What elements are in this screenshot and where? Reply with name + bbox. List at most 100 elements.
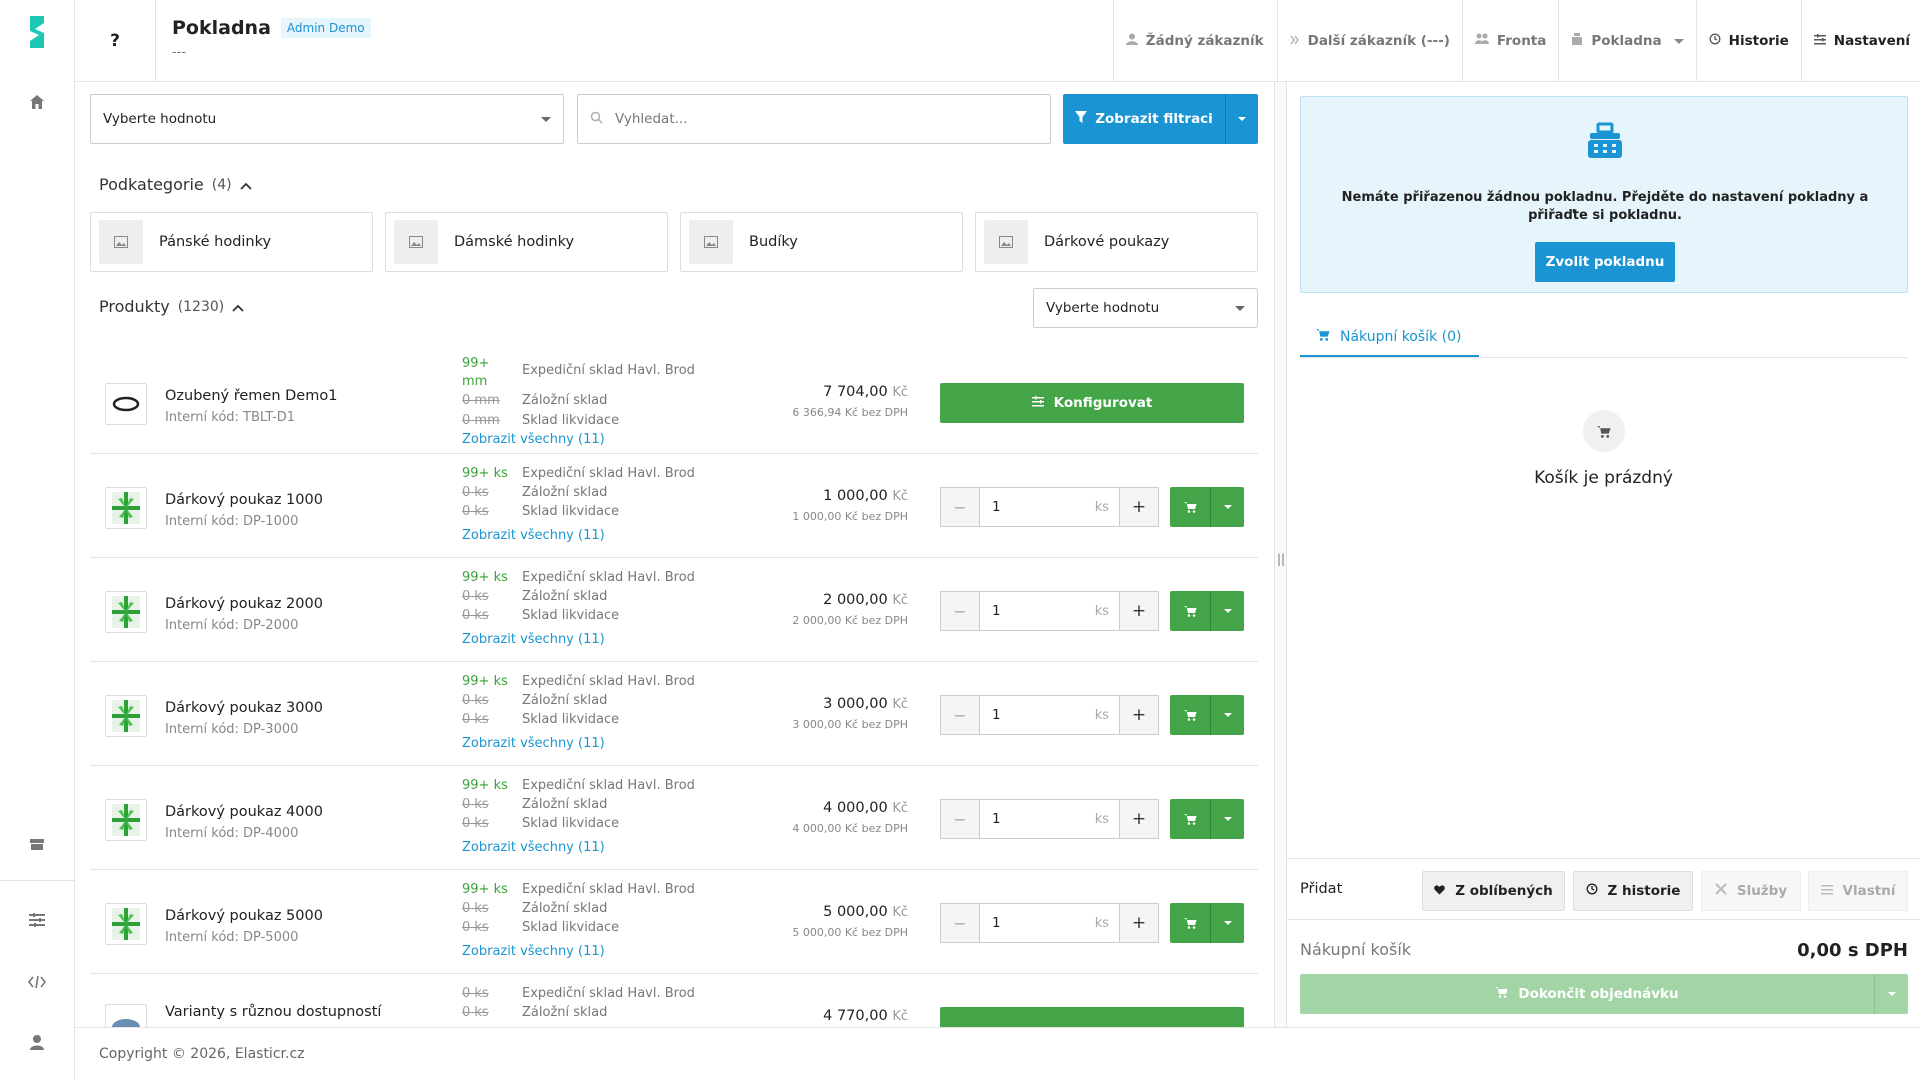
decrease-quantity-button[interactable]: − bbox=[940, 799, 980, 839]
show-all-warehouses-link[interactable]: Zobrazit všechny (11) bbox=[462, 632, 605, 647]
cart-total-value: 0,00 s DPH bbox=[1797, 940, 1908, 961]
quantity-input[interactable]: 1 ks bbox=[980, 799, 1119, 839]
code-icon[interactable] bbox=[0, 960, 74, 1004]
add-to-cart-button[interactable] bbox=[1170, 799, 1210, 839]
finish-order-button[interactable]: Dokončit objednávku bbox=[1300, 974, 1874, 1014]
increase-quantity-button[interactable]: + bbox=[1119, 487, 1159, 527]
product-name[interactable]: Dárkový poukaz 1000 bbox=[165, 492, 323, 508]
show-all-warehouses-link[interactable]: Zobrazit všechny (11) bbox=[462, 432, 605, 447]
increase-quantity-button[interactable]: + bbox=[1119, 903, 1159, 943]
add-to-cart-group bbox=[1170, 487, 1244, 527]
nav-queue[interactable]: Fronta bbox=[1461, 0, 1558, 82]
filter-dropdown-toggle[interactable] bbox=[1226, 117, 1258, 121]
product-price: 7 704,00 Kč bbox=[823, 384, 908, 400]
add-to-cart-dropdown[interactable] bbox=[1210, 799, 1244, 839]
add-to-cart-button[interactable] bbox=[1170, 695, 1210, 735]
custom-item-button[interactable]: Vlastní bbox=[1808, 871, 1908, 911]
add-to-cart-button[interactable] bbox=[1170, 591, 1210, 631]
show-all-warehouses-link[interactable]: Zobrazit všechny (11) bbox=[462, 736, 605, 751]
image-placeholder-icon bbox=[394, 220, 438, 264]
product-name[interactable]: Dárkový poukaz 2000 bbox=[165, 596, 323, 612]
products-toggle[interactable]: Produkty (1230) bbox=[99, 297, 244, 316]
add-items-row: Přidat Z oblíbených Z historie Služby Vl… bbox=[1287, 858, 1920, 920]
product-price-net: 2 000,00 Kč bez DPH bbox=[792, 614, 908, 627]
product-name[interactable]: Dárkový poukaz 3000 bbox=[165, 700, 323, 716]
app-logo[interactable] bbox=[0, 0, 74, 64]
add-to-cart-button[interactable] bbox=[1170, 487, 1210, 527]
chevron-up-icon bbox=[232, 297, 244, 316]
sliders-icon bbox=[1813, 33, 1826, 49]
quantity-stepper: − 1 ks + bbox=[940, 695, 1159, 735]
search-input[interactable]: Vyhledat... bbox=[577, 94, 1051, 144]
quantity-input[interactable]: 1 ks bbox=[980, 695, 1119, 735]
quantity-input[interactable]: 1 ks bbox=[980, 591, 1119, 631]
cart-icon bbox=[1316, 328, 1330, 345]
cash-register-icon bbox=[1585, 121, 1625, 165]
nav-register[interactable]: Pokladna bbox=[1558, 0, 1695, 82]
increase-quantity-button[interactable]: + bbox=[1119, 695, 1159, 735]
services-button[interactable]: Služby bbox=[1701, 871, 1801, 911]
add-to-cart-group bbox=[1170, 799, 1244, 839]
product-name[interactable]: Varianty s různou dostupností bbox=[165, 1004, 381, 1020]
product-price-net: 4 000,00 Kč bez DPH bbox=[792, 822, 908, 835]
product-name[interactable]: Ozubený řemen Demo1 bbox=[165, 388, 337, 404]
sliders-icon bbox=[1820, 883, 1833, 899]
configure-button[interactable]: Konfigurovat bbox=[940, 383, 1244, 423]
quantity-input[interactable]: 1 ks bbox=[980, 487, 1119, 527]
product-name[interactable]: Dárkový poukaz 5000 bbox=[165, 908, 323, 924]
product-image bbox=[105, 1004, 147, 1027]
add-to-cart-dropdown[interactable] bbox=[1210, 487, 1244, 527]
help-button[interactable]: ? bbox=[75, 0, 156, 82]
product-action-button[interactable] bbox=[940, 1007, 1244, 1027]
panel-resize-handle[interactable]: || bbox=[1274, 82, 1287, 1027]
from-favorites-button[interactable]: Z oblíbených bbox=[1422, 871, 1565, 911]
product-price: 3 000,00 Kč bbox=[823, 696, 908, 712]
cart-total-label: Nákupní košík bbox=[1300, 940, 1412, 959]
decrease-quantity-button[interactable]: − bbox=[940, 903, 980, 943]
decrease-quantity-button[interactable]: − bbox=[940, 591, 980, 631]
tab-cart[interactable]: Nákupní košík (0) bbox=[1300, 318, 1479, 358]
sort-select[interactable]: Vyberte hodnotu bbox=[1033, 288, 1258, 328]
decrease-quantity-button[interactable]: − bbox=[940, 487, 980, 527]
subcategory-card[interactable]: Dárkové poukazy bbox=[975, 212, 1258, 272]
page-title: Pokladna bbox=[172, 17, 271, 39]
finish-order-dropdown[interactable] bbox=[1874, 974, 1908, 1014]
subcategory-card[interactable]: Budíky bbox=[680, 212, 963, 272]
home-icon[interactable] bbox=[0, 80, 74, 124]
increase-quantity-button[interactable]: + bbox=[1119, 591, 1159, 631]
nav-next-customer[interactable]: Další zákazník (---) bbox=[1276, 0, 1462, 82]
sliders-icon[interactable] bbox=[0, 898, 74, 942]
show-filters-button[interactable]: Zobrazit filtraci bbox=[1063, 94, 1258, 144]
store-icon[interactable] bbox=[0, 822, 74, 866]
nav-settings[interactable]: Nastavení bbox=[1800, 0, 1920, 82]
user-icon[interactable] bbox=[0, 1020, 74, 1064]
add-to-cart-dropdown[interactable] bbox=[1210, 695, 1244, 735]
finish-order-group: Dokončit objednávku bbox=[1300, 974, 1908, 1014]
show-all-warehouses-link[interactable]: Zobrazit všechny (11) bbox=[462, 840, 605, 855]
history-icon bbox=[1586, 883, 1598, 899]
choose-register-button[interactable]: Zvolit pokladnu bbox=[1535, 242, 1675, 282]
add-to-cart-dropdown[interactable] bbox=[1210, 591, 1244, 631]
show-all-warehouses-link[interactable]: Zobrazit všechny (11) bbox=[462, 528, 605, 543]
subcategory-card[interactable]: Dámské hodinky bbox=[385, 212, 668, 272]
nav-customer[interactable]: Žádný zákazník bbox=[1112, 0, 1277, 82]
subcategories-toggle[interactable]: Podkategorie (4) bbox=[99, 175, 252, 194]
add-to-cart-button[interactable] bbox=[1170, 903, 1210, 943]
add-label: Přidat bbox=[1300, 881, 1343, 897]
add-to-cart-dropdown[interactable] bbox=[1210, 903, 1244, 943]
nav-history[interactable]: Historie bbox=[1695, 0, 1801, 82]
subcategory-card[interactable]: Pánské hodinky bbox=[90, 212, 373, 272]
empty-cart-icon bbox=[1583, 410, 1625, 452]
increase-quantity-button[interactable]: + bbox=[1119, 799, 1159, 839]
decrease-quantity-button[interactable]: − bbox=[940, 695, 980, 735]
quantity-input[interactable]: 1 ks bbox=[980, 903, 1119, 943]
quantity-stepper: − 1 ks + bbox=[940, 487, 1159, 527]
category-select[interactable]: Vyberte hodnotu bbox=[90, 94, 564, 144]
product-name[interactable]: Dárkový poukaz 4000 bbox=[165, 804, 323, 820]
show-all-warehouses-link[interactable]: Zobrazit všechny (11) bbox=[462, 944, 605, 959]
product-code: Interní kód: DP-1000 bbox=[165, 514, 299, 529]
product-code: Interní kód: DP-3000 bbox=[165, 722, 299, 737]
from-history-button[interactable]: Z historie bbox=[1573, 871, 1693, 911]
product-price: 5 000,00 Kč bbox=[823, 904, 908, 920]
history-icon bbox=[1709, 33, 1721, 49]
